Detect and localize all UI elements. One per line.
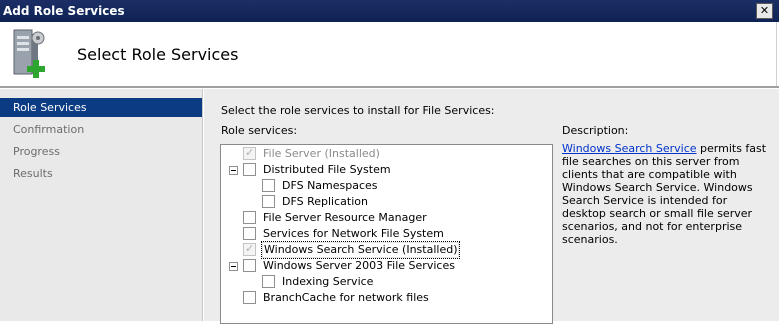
tree-item-label: Services for Network File System [263, 227, 444, 240]
title-bar[interactable]: Add Role Services ✕ [0, 0, 779, 22]
checkbox[interactable] [262, 275, 275, 288]
wizard-steps-sidebar: Role Services Confirmation Progress Resu… [0, 89, 203, 321]
tree-item-label: Indexing Service [282, 275, 374, 288]
collapse-icon[interactable] [229, 166, 238, 175]
checkbox[interactable] [243, 227, 256, 240]
checkbox[interactable] [243, 259, 256, 272]
tree-item-label: Windows Search Service (Installed) [261, 241, 461, 259]
tree-item-label: BranchCache for network files [263, 291, 429, 304]
tree-item-windows-search[interactable]: Windows Search Service (Installed) [221, 241, 551, 259]
main-content: Select the role services to install for … [204, 89, 779, 324]
tree-item-label: DFS Replication [282, 195, 368, 208]
tree-item-ws2003[interactable]: Windows Server 2003 File Services [221, 258, 551, 274]
tree-item-label: DFS Namespaces [282, 179, 378, 192]
tree-item-indexing[interactable]: Indexing Service [221, 274, 551, 290]
checkbox[interactable] [243, 291, 256, 304]
checkbox[interactable] [243, 145, 256, 161]
tree-item-dfs-namespaces[interactable]: DFS Namespaces [221, 178, 551, 194]
wizard-header: Select Role Services [0, 22, 777, 86]
role-services-label: Role services: [221, 124, 298, 137]
window-title: Add Role Services [3, 4, 125, 18]
instructions-text: Select the role services to install for … [221, 104, 495, 117]
sidebar-item-confirmation[interactable]: Confirmation [0, 120, 202, 139]
tree-item-dfs[interactable]: Distributed File System [221, 162, 551, 178]
description-body: permits fast file searches on this serve… [562, 142, 767, 246]
role-services-tree[interactable]: File Server (Installed) Distributed File… [220, 144, 553, 324]
sidebar-item-role-services[interactable]: Role Services [0, 98, 202, 117]
checkbox[interactable] [262, 195, 275, 208]
server-add-icon [13, 29, 45, 78]
tree-item-nfs[interactable]: Services for Network File System [221, 226, 551, 242]
tree-item-branchcache[interactable]: BranchCache for network files [221, 290, 551, 306]
tree-item-file-server[interactable]: File Server (Installed) [221, 145, 551, 162]
tree-item-label: Distributed File System [263, 163, 391, 176]
collapse-icon[interactable] [229, 262, 238, 271]
checkbox[interactable] [243, 241, 256, 257]
sidebar-item-progress[interactable]: Progress [0, 142, 202, 161]
tree-item-label: Windows Server 2003 File Services [263, 259, 455, 272]
tree-item-fsrm[interactable]: File Server Resource Manager [221, 210, 551, 226]
page-title: Select Role Services [77, 45, 239, 64]
checkbox[interactable] [243, 211, 256, 224]
checkbox[interactable] [262, 179, 275, 192]
description-label: Description: [562, 124, 629, 137]
description-link[interactable]: Windows Search Service [562, 142, 697, 155]
tree-item-label: File Server (Installed) [263, 147, 380, 160]
sidebar-item-results[interactable]: Results [0, 164, 202, 183]
checkbox[interactable] [243, 163, 256, 176]
tree-item-dfs-replication[interactable]: DFS Replication [221, 194, 551, 210]
tree-item-label: File Server Resource Manager [263, 211, 427, 224]
close-button[interactable]: ✕ [756, 3, 773, 19]
description-text: Windows Search Service permits fast file… [562, 142, 774, 246]
